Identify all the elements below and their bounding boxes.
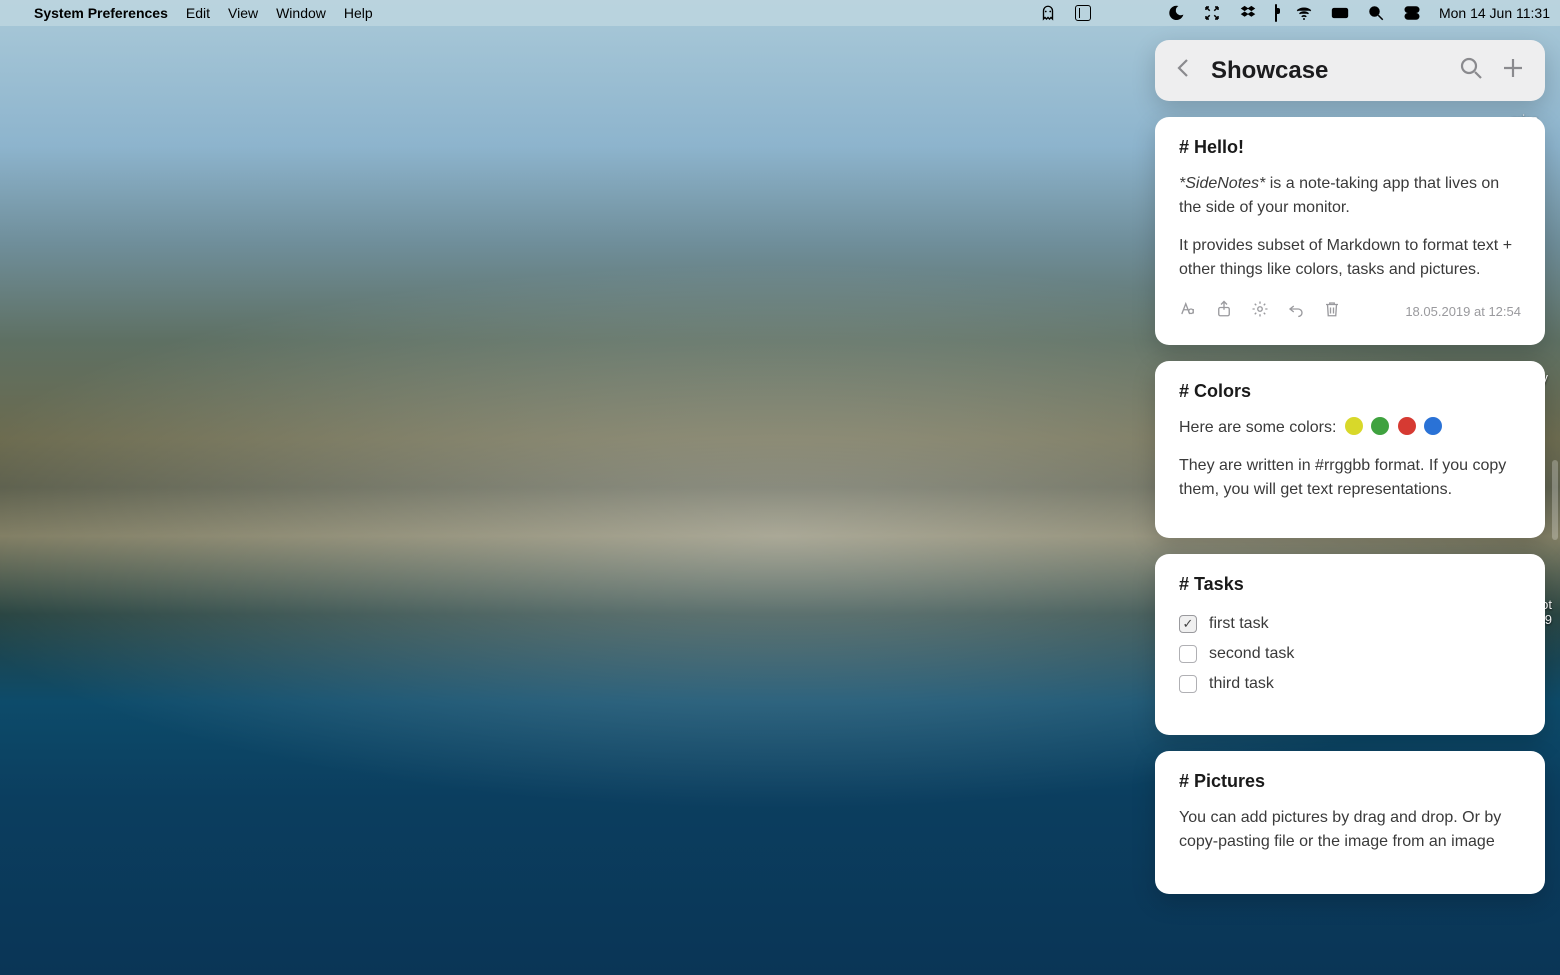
search-button[interactable]	[1459, 56, 1483, 85]
menubar-moon-icon[interactable]	[1167, 4, 1185, 22]
menubar-sidenotes-icon[interactable]	[1075, 5, 1091, 21]
share-icon[interactable]	[1215, 300, 1233, 323]
back-button[interactable]	[1175, 56, 1193, 85]
note-heading: # Colors	[1179, 381, 1521, 402]
color-swatch	[1398, 417, 1416, 435]
add-note-button[interactable]	[1501, 56, 1525, 85]
task-row[interactable]: third task	[1179, 669, 1521, 699]
menu-window[interactable]: Window	[276, 5, 326, 21]
menu-help[interactable]: Help	[344, 5, 373, 21]
menubar-keyboard-icon[interactable]	[1331, 4, 1349, 22]
task-checkbox[interactable]: ✓	[1179, 615, 1197, 633]
note-card-hello[interactable]: # Hello! *SideNotes* is a note-taking ap…	[1155, 117, 1545, 345]
menubar-extra-icon-1[interactable]	[1039, 4, 1057, 22]
undo-icon[interactable]	[1287, 300, 1305, 323]
menubar-fullscreen-icon[interactable]	[1203, 4, 1221, 22]
note-toolbar: 18.05.2019 at 12:54	[1179, 300, 1521, 323]
color-swatch	[1424, 417, 1442, 435]
task-checkbox[interactable]	[1179, 645, 1197, 663]
note-card-pictures[interactable]: # Pictures You can add pictures by drag …	[1155, 751, 1545, 894]
sidenotes-panel: Showcase # Hello! *SideNotes* is a note-…	[1155, 40, 1545, 894]
note-paragraph: They are written in #rrggbb format. If y…	[1179, 454, 1521, 502]
trash-icon[interactable]	[1323, 300, 1341, 323]
menubar-spotlight-icon[interactable]	[1367, 4, 1385, 22]
task-label: third task	[1209, 675, 1274, 693]
menu-edit[interactable]: Edit	[186, 5, 210, 21]
menubar-dropbox-icon[interactable]	[1239, 4, 1257, 22]
task-label: second task	[1209, 645, 1294, 663]
task-checkbox[interactable]	[1179, 675, 1197, 693]
menubar-clock[interactable]: Mon 14 Jun 11:31	[1439, 5, 1550, 21]
note-card-colors[interactable]: # Colors Here are some colors: They are …	[1155, 361, 1545, 538]
color-swatch	[1345, 417, 1363, 435]
menubar: System Preferences Edit View Window Help	[0, 0, 1560, 26]
menubar-control-center-icon[interactable]	[1403, 4, 1421, 22]
panel-title: Showcase	[1211, 57, 1441, 85]
color-swatch	[1371, 417, 1389, 435]
format-text-icon[interactable]	[1179, 300, 1197, 323]
note-card-tasks[interactable]: # Tasks ✓ first task second task third t…	[1155, 554, 1545, 735]
menubar-app-name[interactable]: System Preferences	[34, 5, 168, 21]
note-heading: # Pictures	[1179, 771, 1521, 792]
note-timestamp: 18.05.2019 at 12:54	[1405, 304, 1521, 319]
gear-icon[interactable]	[1251, 300, 1269, 323]
task-row[interactable]: second task	[1179, 639, 1521, 669]
note-paragraph: It provides subset of Markdown to format…	[1179, 234, 1521, 282]
panel-header: Showcase	[1155, 40, 1545, 101]
note-paragraph: Here are some colors:	[1179, 416, 1521, 440]
panel-scrollbar[interactable]	[1552, 460, 1558, 540]
task-label: first task	[1209, 615, 1269, 633]
note-paragraph: You can add pictures by drag and drop. O…	[1179, 806, 1521, 854]
note-paragraph: *SideNotes* is a note-taking app that li…	[1179, 172, 1521, 220]
menu-view[interactable]: View	[228, 5, 258, 21]
task-row[interactable]: ✓ first task	[1179, 609, 1521, 639]
note-heading: # Tasks	[1179, 574, 1521, 595]
menubar-wifi-icon[interactable]	[1295, 4, 1313, 22]
note-heading: # Hello!	[1179, 137, 1521, 158]
menubar-battery-icon[interactable]	[1275, 5, 1277, 21]
